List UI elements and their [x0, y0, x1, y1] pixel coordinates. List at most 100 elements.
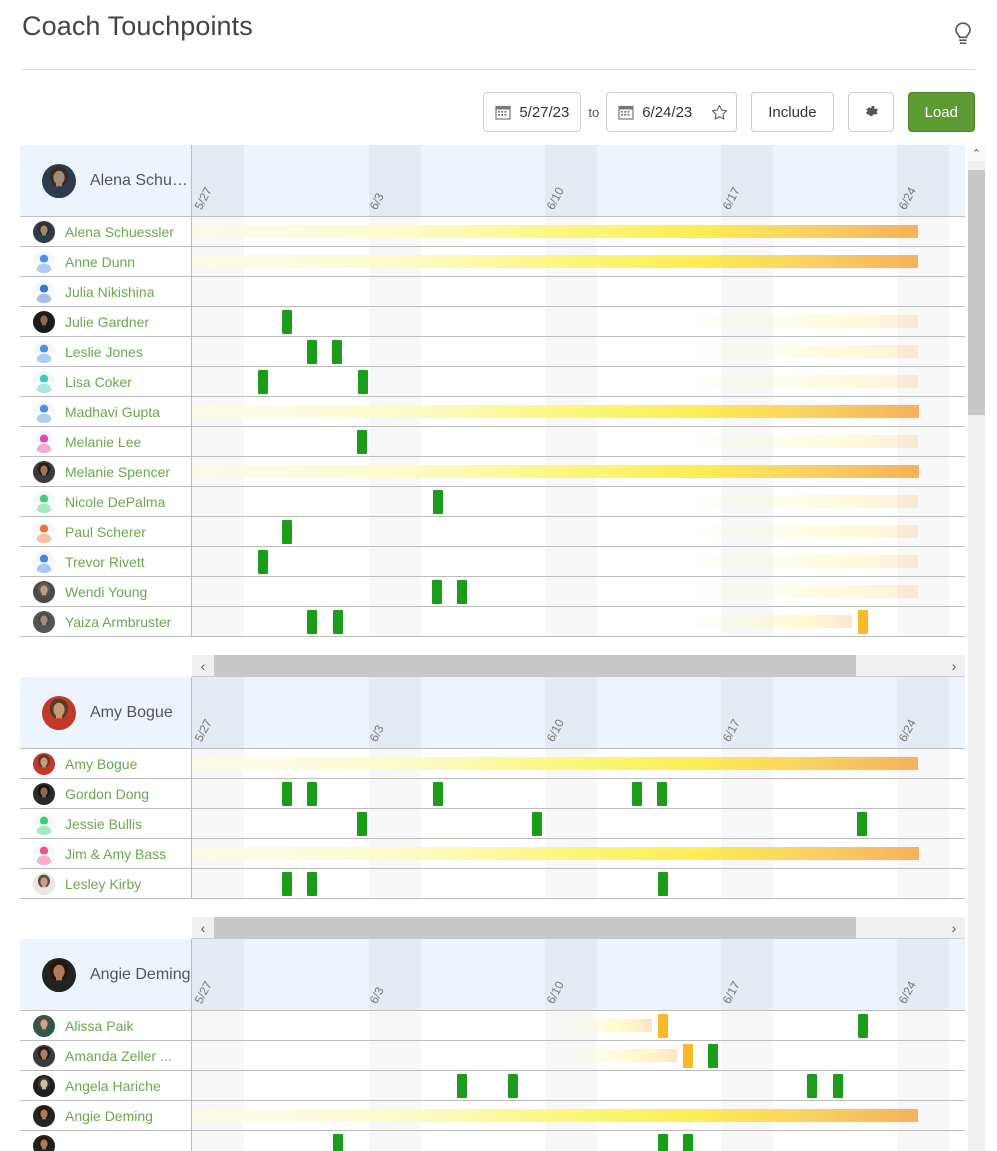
- load-button[interactable]: Load: [907, 92, 975, 132]
- client-label-cell[interactable]: Jessie Bullis: [20, 809, 192, 838]
- touchpoint-bar[interactable]: [357, 812, 367, 836]
- client-label-cell[interactable]: Amanda Zeller ...: [20, 1041, 192, 1070]
- engagement-gradient-bar[interactable]: [567, 1019, 652, 1032]
- touchpoint-bar[interactable]: [307, 340, 317, 364]
- client-name[interactable]: Amanda Zeller ...: [65, 1048, 172, 1064]
- touchpoint-bar[interactable]: [683, 1134, 693, 1151]
- client-label-cell[interactable]: Melanie Spencer: [20, 457, 192, 486]
- table-row[interactable]: Melanie Spencer: [20, 457, 965, 487]
- client-name[interactable]: Angie Deming: [65, 1108, 153, 1124]
- engagement-gradient-bar[interactable]: [697, 615, 852, 628]
- client-name[interactable]: Lisa Coker: [65, 374, 132, 390]
- touchpoint-bar[interactable]: [457, 580, 467, 604]
- touchpoint-bar[interactable]: [332, 340, 342, 364]
- coach-label-cell[interactable]: Angie Deming: [20, 939, 192, 1010]
- client-name[interactable]: Paul Scherer: [65, 524, 146, 540]
- touchpoint-bar[interactable]: [858, 610, 868, 634]
- client-name[interactable]: Amy Bogue: [65, 756, 137, 772]
- horizontal-scrollbar[interactable]: ‹ ›: [192, 916, 965, 939]
- client-name[interactable]: Leslie Jones: [65, 344, 143, 360]
- client-name[interactable]: Madhavi Gupta: [65, 404, 160, 420]
- engagement-gradient-bar[interactable]: [697, 435, 918, 448]
- table-row[interactable]: Madhavi Gupta: [20, 397, 965, 427]
- client-name[interactable]: Angela Hariche: [65, 1078, 161, 1094]
- client-name[interactable]: Jessie Bullis: [65, 816, 142, 832]
- horizontal-scrollbar[interactable]: ‹ ›: [192, 654, 965, 677]
- client-name[interactable]: Jim & Amy Bass: [65, 846, 166, 862]
- client-label-cell[interactable]: Wendi Young: [20, 577, 192, 606]
- table-row[interactable]: Lisa Coker: [20, 367, 965, 397]
- touchpoint-bar[interactable]: [658, 1014, 668, 1038]
- table-row[interactable]: Trevor Rivett: [20, 547, 965, 577]
- touchpoint-bar[interactable]: [432, 580, 442, 604]
- client-name[interactable]: Melanie Lee: [65, 434, 141, 450]
- scroll-up-arrow[interactable]: ⌃: [968, 145, 985, 161]
- table-row[interactable]: Amanda Zeller ...: [20, 1041, 965, 1071]
- table-row[interactable]: Jessie Bullis: [20, 809, 965, 839]
- touchpoint-bar[interactable]: [258, 550, 268, 574]
- client-label-cell[interactable]: Amy Bogue: [20, 749, 192, 778]
- touchpoint-bar[interactable]: [358, 370, 368, 394]
- engagement-gradient-bar[interactable]: [697, 525, 918, 538]
- table-row[interactable]: Angie Deming: [20, 1101, 965, 1131]
- coach-group-header[interactable]: Alena Schuessler5/276/36/106/176/24: [20, 145, 965, 217]
- table-row[interactable]: Alena Schuessler: [20, 217, 965, 247]
- end-date-input[interactable]: 6/24/23: [606, 92, 704, 132]
- engagement-gradient-bar[interactable]: [192, 847, 919, 860]
- engagement-gradient-bar[interactable]: [697, 315, 918, 328]
- client-name[interactable]: Julia Nikishina: [65, 284, 154, 300]
- client-name[interactable]: Melanie Spencer: [65, 464, 170, 480]
- touchpoint-bar[interactable]: [833, 1074, 843, 1098]
- touchpoint-bar[interactable]: [508, 1074, 518, 1098]
- client-label-cell[interactable]: Lisa Coker: [20, 367, 192, 396]
- include-button[interactable]: Include: [751, 92, 834, 132]
- table-row[interactable]: Alissa Paik: [20, 1011, 965, 1041]
- coach-label-cell[interactable]: Amy Bogue: [20, 677, 192, 748]
- touchpoint-bar[interactable]: [282, 782, 292, 806]
- engagement-gradient-bar[interactable]: [192, 1109, 918, 1122]
- table-row[interactable]: Jim & Amy Bass: [20, 839, 965, 869]
- client-name[interactable]: Nicole DePalma: [65, 494, 165, 510]
- client-label-cell[interactable]: Yaiza Armbruster: [20, 607, 192, 636]
- vertical-scrollbar[interactable]: ⌃: [968, 145, 985, 1151]
- star-icon[interactable]: [703, 92, 738, 132]
- touchpoint-bar[interactable]: [683, 1044, 693, 1068]
- table-row[interactable]: Paul Scherer: [20, 517, 965, 547]
- touchpoint-bar[interactable]: [807, 1074, 817, 1098]
- start-date-input[interactable]: 5/27/23: [483, 92, 582, 132]
- engagement-gradient-bar[interactable]: [192, 757, 918, 770]
- engagement-gradient-bar[interactable]: [567, 1049, 677, 1062]
- coach-group-header[interactable]: Amy Bogue 5/27 6/3 6/10 6/17 6/24: [20, 677, 965, 749]
- client-label-cell[interactable]: Madhavi Gupta: [20, 397, 192, 426]
- client-label-cell[interactable]: [20, 1131, 192, 1151]
- vertical-scroll-thumb[interactable]: [968, 170, 985, 415]
- table-row[interactable]: Anne Dunn: [20, 247, 965, 277]
- touchpoint-bar[interactable]: [532, 812, 542, 836]
- engagement-gradient-bar[interactable]: [697, 375, 918, 388]
- gear-icon[interactable]: [847, 92, 894, 132]
- touchpoint-bar[interactable]: [357, 430, 367, 454]
- table-row[interactable]: Julia Nikishina: [20, 277, 965, 307]
- table-row[interactable]: Melanie Lee: [20, 427, 965, 457]
- client-label-cell[interactable]: Paul Scherer: [20, 517, 192, 546]
- client-name[interactable]: Alissa Paik: [65, 1018, 133, 1034]
- client-name[interactable]: Julie Gardner: [65, 314, 149, 330]
- touchpoint-bar[interactable]: [433, 490, 443, 514]
- engagement-gradient-bar[interactable]: [697, 345, 918, 358]
- client-name[interactable]: Trevor Rivett: [65, 554, 145, 570]
- table-row[interactable]: Angela Hariche: [20, 1071, 965, 1101]
- engagement-gradient-bar[interactable]: [192, 405, 919, 418]
- touchpoint-bar[interactable]: [282, 310, 292, 334]
- touchpoint-bar[interactable]: [858, 1014, 868, 1038]
- table-row[interactable]: Leslie Jones: [20, 337, 965, 367]
- table-row[interactable]: Nicole DePalma: [20, 487, 965, 517]
- touchpoint-bar[interactable]: [307, 872, 317, 896]
- client-label-cell[interactable]: Alissa Paik: [20, 1011, 192, 1040]
- client-name[interactable]: Yaiza Armbruster: [65, 614, 171, 630]
- engagement-gradient-bar[interactable]: [192, 255, 918, 268]
- horizontal-scroll-trough[interactable]: [214, 654, 943, 677]
- scroll-left-arrow[interactable]: ‹: [192, 920, 214, 936]
- client-label-cell[interactable]: Lesley Kirby: [20, 869, 192, 898]
- touchpoint-bar[interactable]: [282, 872, 292, 896]
- client-label-cell[interactable]: Melanie Lee: [20, 427, 192, 456]
